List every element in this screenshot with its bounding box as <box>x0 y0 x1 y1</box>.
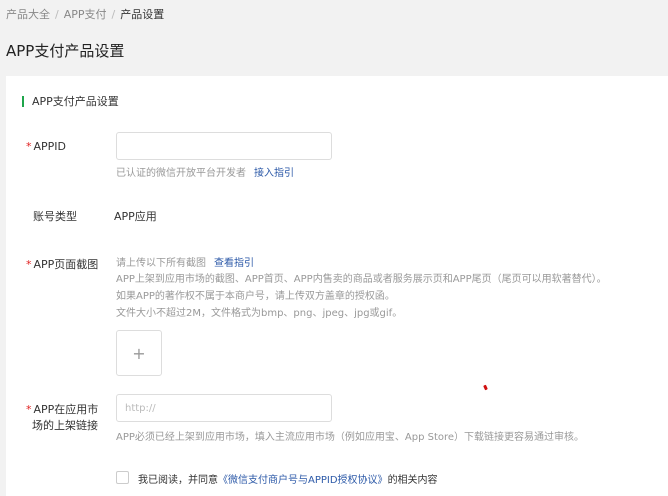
settings-card: APP支付产品设置 * APPID 已认证的微信开放平台开发者 接入指引 账号类型 … <box>6 76 668 496</box>
screenshot-label: * APP页面截图 <box>26 258 99 271</box>
market-link-input[interactable] <box>116 394 332 422</box>
appid-label: * APPID <box>26 140 67 153</box>
breadcrumb-item-products[interactable]: 产品大全 <box>6 8 50 21</box>
access-guide-link[interactable]: 接入指引 <box>254 168 294 179</box>
authorization-note: 如果APP的著作权不属于本商户号，请上传双方盖章的授权函。 <box>116 291 395 302</box>
agreement-checkbox[interactable] <box>116 471 129 484</box>
breadcrumb-separator: / <box>111 8 116 21</box>
file-format-note: 文件大小不超过2M，文件格式为bmp、png、jpeg、jpg或gif。 <box>116 308 403 319</box>
page-title: APP支付产品设置 <box>6 42 125 60</box>
account-type-label: 账号类型 <box>33 210 77 223</box>
section-title: APP支付产品设置 <box>22 96 119 107</box>
agreement-text: 我已阅读，并同意《微信支付商户号与APPID授权协议》的相关内容 <box>138 475 438 486</box>
account-type-value: APP应用 <box>114 210 157 223</box>
view-guide-link[interactable]: 查看指引 <box>214 258 254 269</box>
breadcrumb-item-current: 产品设置 <box>120 8 165 21</box>
upload-button[interactable]: + <box>116 330 162 376</box>
required-mark: * <box>26 140 32 153</box>
screenshot-hint: 请上传以下所有截图 查看指引 <box>116 258 254 269</box>
agreement-link[interactable]: 《微信支付商户号与APPID授权协议》 <box>218 475 388 486</box>
market-link-label: * APP在应用市 场的上架链接 <box>26 403 99 432</box>
screenshot-requirement: APP上架到应用市场的截图、APP首页、APP内售卖的商品或者服务展示页和APP… <box>116 274 607 285</box>
required-mark: * <box>26 258 32 271</box>
appid-input[interactable] <box>116 132 332 160</box>
breadcrumb-item-app-pay[interactable]: APP支付 <box>64 8 107 21</box>
breadcrumb-separator: / <box>55 8 59 21</box>
required-mark: * <box>26 403 32 416</box>
plus-icon: + <box>132 343 146 363</box>
breadcrumb: 产品大全 / APP支付 / 产品设置 <box>6 6 164 22</box>
appid-hint: 已认证的微信开放平台开发者 接入指引 <box>116 168 294 179</box>
market-link-hint: APP必须已经上架到应用市场，填入主流应用市场（例如应用宝、App Store）… <box>116 432 585 443</box>
